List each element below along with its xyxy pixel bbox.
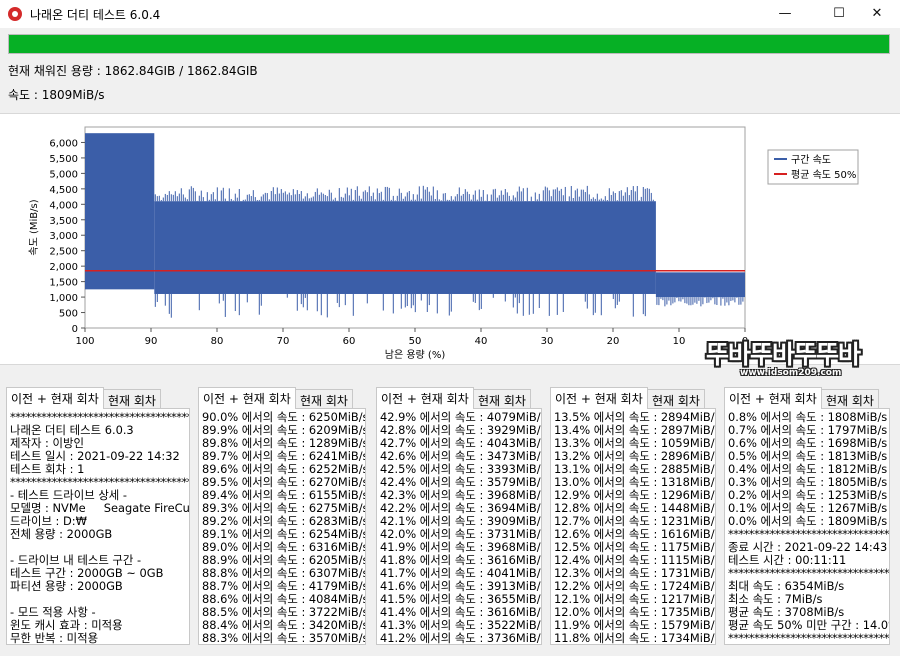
log-line: 41.2% 에서의 속도 : 3736MiB/s <box>380 631 542 645</box>
y-tick-label: 3,000 <box>49 231 78 242</box>
minimize-button[interactable]: — <box>762 0 808 28</box>
tab-current[interactable]: 현재 회차 <box>103 389 161 409</box>
speed-chart-svg: 0 500 1,000 1,500 2,000 2,500 3,000 3,500 4,000 4… <box>28 126 859 361</box>
tab-prev-current[interactable]: 이전 + 현재 회차 <box>376 387 474 409</box>
log-line: 11.8% 에서의 속도 : 1734MiB/s <box>554 631 716 645</box>
y-tick-label: 5,000 <box>49 169 78 180</box>
log-line: ****************************************… <box>728 631 890 645</box>
capacity-label: 현재 채워진 용량 : 1862.84GIB / 1862.84GIB <box>8 64 258 78</box>
watermark-text: 뚜바뚜바뚜뚜바 <box>706 340 861 369</box>
x-axis-label: 남은 용량 (%) <box>385 349 446 361</box>
y-tick-label: 3,500 <box>49 216 78 227</box>
fill-progress-bar <box>8 34 890 54</box>
watermark-logo: 뚜바뚜바뚜뚜바 www.idsom209.com <box>700 335 890 387</box>
tab-current[interactable]: 현재 회차 <box>647 389 705 409</box>
log-line: 파티션 용량 : 2000GB <box>10 579 123 593</box>
speed-band-segment <box>154 201 656 294</box>
x-tick-label: 50 <box>409 336 422 347</box>
log-list[interactable]: 0.8% 에서의 속도 : 1808MiB/s 0.7% 에서의 속도 : 179… <box>724 408 890 645</box>
speed-band-segment <box>655 272 745 298</box>
speed-band-segment <box>85 133 155 290</box>
log-list[interactable]: 42.9% 에서의 속도 : 4079MiB/s 42.8% 에서의 속도 : 3… <box>376 408 542 645</box>
progress-fill <box>9 35 889 53</box>
y-tick-label: 4,000 <box>49 200 78 211</box>
log-list[interactable]: 13.5% 에서의 속도 : 2894MiB/s 13.4% 에서의 속도 : 2… <box>550 408 716 645</box>
log-line: 88.3% 에서의 속도 : 3570MiB/s <box>202 631 366 645</box>
y-tick-label: 500 <box>59 309 78 320</box>
log-line: 전체 용량 : 2000GB <box>10 527 113 541</box>
close-button[interactable]: ✕ <box>854 0 900 28</box>
legend-label: 평균 속도 50% <box>791 169 856 181</box>
tab-prev-current[interactable]: 이전 + 현재 회차 <box>198 387 296 409</box>
legend-label: 구간 속도 <box>791 154 831 166</box>
title-bar: 나래온 더티 테스트 6.0.4 — ☐ ✕ <box>0 0 900 28</box>
log-panel-4: 이전 + 현재 회차 현재 회차 13.5% 에서의 속도 : 2894MiB/… <box>550 387 716 645</box>
tab-current[interactable]: 현재 회차 <box>821 389 879 409</box>
tab-prev-current[interactable]: 이전 + 현재 회차 <box>6 387 104 409</box>
x-tick-label: 20 <box>607 336 620 347</box>
log-panel-5: 이전 + 현재 회차 현재 회차 0.8% 에서의 속도 : 1808MiB/s… <box>724 387 890 645</box>
x-tick-label: 90 <box>145 336 158 347</box>
x-tick-label: 30 <box>541 336 554 347</box>
tab-current[interactable]: 현재 회차 <box>295 389 353 409</box>
y-tick-label: 0 <box>72 324 78 335</box>
tab-current[interactable]: 현재 회차 <box>473 389 531 409</box>
speed-label: 속도 : 1809MiB/s <box>8 88 105 102</box>
x-tick-label: 80 <box>211 336 224 347</box>
y-tick-label: 2,000 <box>49 262 78 273</box>
log-list[interactable]: 90.0% 에서의 속도 : 6250MiB/s 89.9% 에서의 속도 : 6… <box>198 408 366 645</box>
y-tick-label: 1,500 <box>49 278 78 289</box>
y-tick-label: 5,500 <box>49 154 78 165</box>
x-tick-label: 100 <box>75 336 94 347</box>
log-panel-3: 이전 + 현재 회차 현재 회차 42.9% 에서의 속도 : 4079MiB/… <box>376 387 542 645</box>
log-line: 무한 반복 : 미적용 <box>10 631 99 645</box>
y-tick-label: 1,000 <box>49 293 78 304</box>
speed-chart: 0 500 1,000 1,500 2,000 2,500 3,000 3,500 4,000 4… <box>0 113 900 365</box>
app-icon <box>8 7 22 21</box>
x-tick-label: 40 <box>475 336 488 347</box>
y-axis-label: 속도 (MiB/s) <box>28 199 40 255</box>
x-tick-label: 10 <box>673 336 686 347</box>
watermark-url: www.idsom209.com <box>740 368 842 378</box>
x-tick-label: 70 <box>277 336 290 347</box>
tab-prev-current[interactable]: 이전 + 현재 회차 <box>550 387 648 409</box>
window-title: 나래온 더티 테스트 6.0.4 <box>30 8 161 22</box>
tab-prev-current[interactable]: 이전 + 현재 회차 <box>724 387 822 409</box>
y-tick-label: 4,500 <box>49 185 78 196</box>
x-tick-label: 60 <box>343 336 356 347</box>
log-panel-1: 이전 + 현재 회차 현재 회차 ***********************… <box>6 387 190 645</box>
y-tick-label: 2,500 <box>49 247 78 258</box>
log-panel-2: 이전 + 현재 회차 현재 회차 90.0% 에서의 속도 : 6250MiB/… <box>198 387 366 645</box>
y-tick-label: 6,000 <box>49 138 78 149</box>
log-list[interactable]: ****************************************… <box>6 408 190 645</box>
